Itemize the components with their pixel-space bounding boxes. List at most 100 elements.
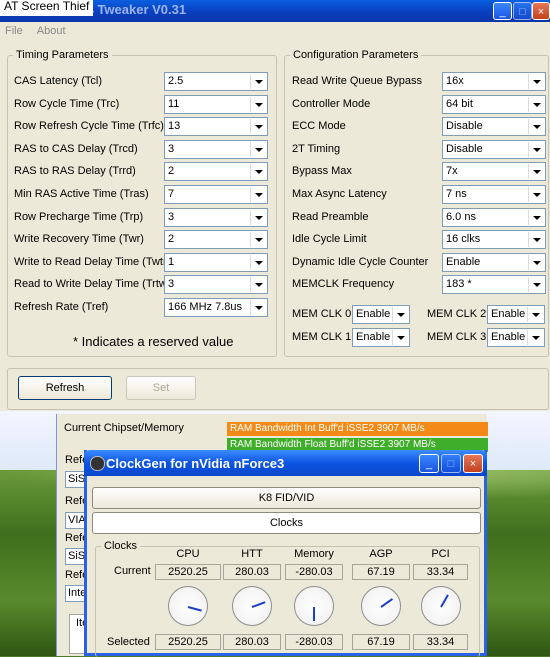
set-button[interactable]: Set [126,376,196,400]
timing-label: Min RAS Active Time (Tras) [14,188,149,200]
timing-select-value: 3 [168,278,175,291]
chevron-down-icon[interactable] [528,209,544,225]
clocks-button[interactable]: Clocks [92,512,481,534]
timing-select[interactable]: 2.5 [164,72,268,91]
timing-select[interactable]: 3 [164,139,268,159]
memclk-select[interactable]: Enable [352,328,410,347]
timing-select-value: 2.5 [168,75,184,87]
chevron-down-icon[interactable] [528,96,544,112]
menu-bar: File About [0,22,550,40]
chevron-down-icon[interactable] [250,96,266,112]
chevron-down-icon[interactable] [528,141,544,157]
clocks-group-title: Clocks [101,540,141,552]
config-select-value: 6.0 ns [446,210,476,223]
current-row-label: Current [114,565,151,577]
config-select[interactable]: 16 clks [442,230,546,250]
refresh-button[interactable]: Refresh [18,376,112,400]
config-select[interactable]: Disable [442,139,546,159]
column-header: Memory [294,548,334,560]
chevron-down-icon[interactable] [250,209,266,225]
memclk-select-value: Enable [356,331,391,343]
config-select[interactable]: Enable [442,252,546,272]
timing-label: Row Cycle Time (Trc) [14,97,120,110]
current-value-field: -280.03 [285,564,343,580]
timing-select[interactable]: 166 MHz 7.8us [164,298,268,317]
config-select[interactable]: 7x [442,162,546,182]
chevron-down-icon[interactable] [250,232,266,248]
timing-select-value: 166 MHz 7.8us [168,301,242,313]
config-select-value: 183 * [446,278,472,291]
menu-about[interactable]: About [37,25,66,37]
screen-thief-overlay: AT Screen Thief [0,0,94,16]
maximize-button[interactable]: □ [513,2,532,20]
timing-label: CAS Latency (Tcl) [14,75,103,87]
close-button[interactable]: × [532,2,550,20]
timing-select[interactable]: 2 [164,162,268,182]
bandwidth-int-bar: RAM Bandwidth Int Buff'd iSSE2 3907 MB/s [227,422,488,436]
memclk-select[interactable]: Enable [487,328,545,347]
config-select[interactable]: 7 ns [442,185,546,204]
timing-select-value: 2 [168,233,175,246]
column-header: HTT [241,548,263,560]
memclk-select[interactable]: Enable [487,305,545,324]
config-label: Read Preamble [292,210,369,223]
chevron-down-icon[interactable] [528,74,544,89]
chevron-down-icon[interactable] [528,232,544,248]
chevron-down-icon[interactable] [250,300,266,315]
config-select[interactable]: 16x [442,72,546,91]
a64-tweaker-window: A64 Tweaker V0.31 AT Screen Thief _ □ × … [0,0,550,411]
clock-dial-icon[interactable] [168,586,208,626]
chevron-down-icon[interactable] [392,330,408,345]
timing-label: Row Refresh Cycle Time (Trfc) [14,120,164,133]
config-label: Dynamic Idle Cycle Counter [292,255,429,268]
config-label: 2T Timing [292,142,341,155]
memclk-select[interactable]: Enable [352,305,410,324]
chevron-down-icon[interactable] [527,307,543,322]
config-select[interactable]: 64 bit [442,94,546,114]
chevron-down-icon[interactable] [528,254,544,270]
clockgen-app-icon [90,456,105,471]
chevron-down-icon[interactable] [527,330,543,345]
timing-select[interactable]: 2 [164,230,268,250]
clockgen-close-button[interactable]: × [463,454,483,473]
chevron-down-icon[interactable] [528,119,544,135]
chevron-down-icon[interactable] [528,164,544,180]
clock-dial-icon[interactable] [232,586,272,626]
chevron-down-icon[interactable] [392,307,408,322]
chevron-down-icon[interactable] [250,187,266,202]
chevron-down-icon[interactable] [250,141,266,157]
dial-needle [380,598,394,608]
chevron-down-icon[interactable] [250,119,266,135]
timing-select-value: 13 [168,120,181,133]
clockgen-minimize-button[interactable]: _ [419,454,439,473]
current-value-field: 280.03 [223,564,281,580]
clock-dial-icon[interactable] [361,586,401,626]
clock-dial-icon[interactable] [420,586,461,626]
current-value-field: 33.34 [413,564,468,580]
clockgen-maximize-button[interactable]: □ [441,454,461,473]
timing-group-title: Timing Parameters [13,49,112,61]
timing-select[interactable]: 11 [164,94,268,114]
k8-fid-vid-button[interactable]: K8 FID/VID [92,487,481,509]
config-select[interactable]: 6.0 ns [442,207,546,227]
menu-file[interactable]: File [5,25,23,37]
column-header: AGP [369,548,393,560]
config-select-value: Enable [446,255,481,268]
config-select[interactable]: Disable [442,117,546,137]
chevron-down-icon[interactable] [528,277,544,293]
timing-select[interactable]: 13 [164,117,268,137]
timing-select[interactable]: 1 [164,252,268,272]
chevron-down-icon[interactable] [250,74,266,89]
chevron-down-icon[interactable] [528,187,544,202]
chevron-down-icon[interactable] [250,254,266,270]
timing-select[interactable]: 3 [164,275,268,295]
timing-select[interactable]: 3 [164,207,268,227]
reserved-note: * Indicates a reserved value [73,334,234,349]
timing-select[interactable]: 7 [164,185,268,204]
config-label: Idle Cycle Limit [292,233,367,246]
minimize-button[interactable]: _ [493,2,512,20]
config-select[interactable]: 183 * [442,275,546,295]
chevron-down-icon[interactable] [250,164,266,180]
clock-dial-icon[interactable] [294,586,334,626]
chevron-down-icon[interactable] [250,277,266,293]
